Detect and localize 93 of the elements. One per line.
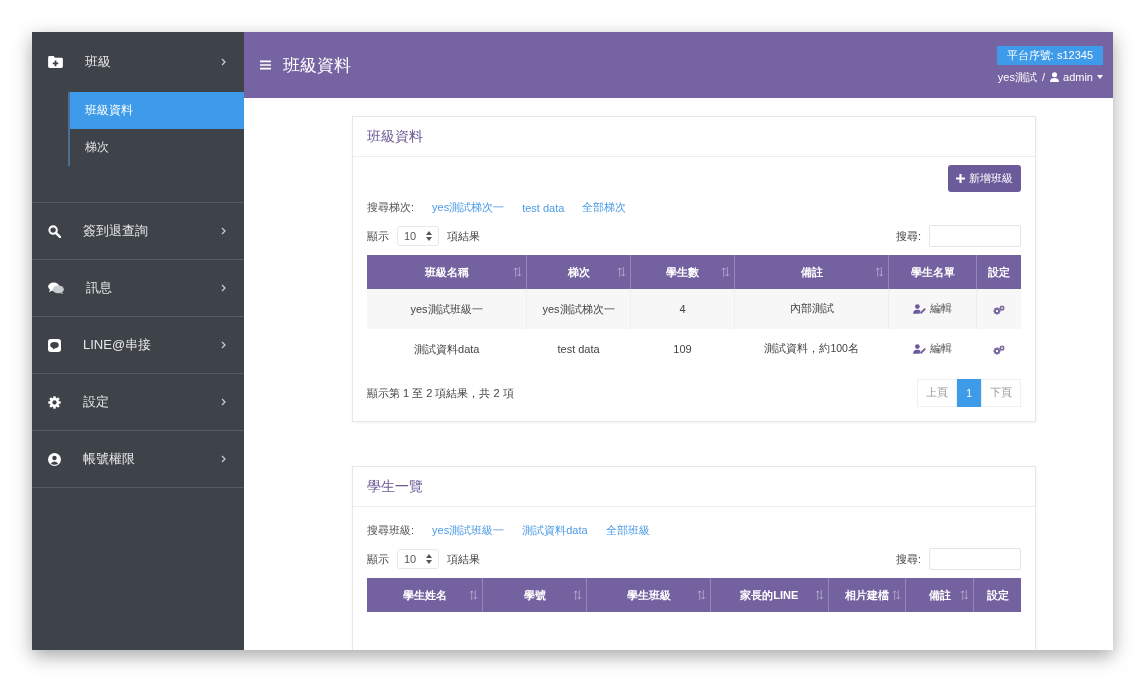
user-circle-icon xyxy=(48,452,61,466)
page-length-select[interactable]: 10 xyxy=(397,549,440,569)
table-cell: yes測試班級一 xyxy=(367,289,527,329)
table-cell: 109 xyxy=(630,329,735,369)
sort-icon xyxy=(513,267,523,277)
column-header[interactable]: 相片建檔 xyxy=(828,578,906,612)
edit-link[interactable]: 編輯 xyxy=(913,302,953,316)
chevron-icon xyxy=(221,284,226,292)
column-header: 學生名單 xyxy=(888,255,977,289)
submenu-item[interactable]: 班級資料 xyxy=(70,92,244,129)
filter-link[interactable]: test data xyxy=(522,201,565,214)
column-header[interactable]: 梯次 xyxy=(526,255,631,289)
pagination-button[interactable]: 上頁 xyxy=(917,379,958,407)
filter-link[interactable]: yes測試班級一 xyxy=(432,523,505,538)
table-cell: 內部測試 xyxy=(734,289,889,329)
menu-icon[interactable] xyxy=(260,60,271,70)
settings-icon xyxy=(48,395,61,409)
chat-square-icon xyxy=(48,338,61,352)
sidebar-item[interactable]: 簽到退查詢 xyxy=(32,203,244,259)
sort-icon xyxy=(617,267,627,277)
column-header: 設定 xyxy=(976,255,1021,289)
search-field[interactable] xyxy=(929,548,1021,570)
chat-bubbles-icon xyxy=(48,282,64,294)
sort-icon xyxy=(892,590,902,600)
sidebar-item[interactable]: 訊息 xyxy=(32,260,244,316)
user-edit-icon xyxy=(913,344,927,354)
sort-icon xyxy=(469,590,479,600)
search-field[interactable] xyxy=(929,225,1021,247)
filter-label: 搜尋梯次: xyxy=(367,200,415,215)
gears-icon[interactable] xyxy=(993,305,1005,316)
sort-icon xyxy=(875,267,885,277)
user-edit-icon xyxy=(913,304,927,314)
add-class-button[interactable]: 新增班級 xyxy=(948,165,1021,192)
submenu-item[interactable]: 梯次 xyxy=(70,129,244,166)
filter-link[interactable]: 全部梯次 xyxy=(582,200,627,215)
user-menu[interactable]: admin xyxy=(1050,71,1103,83)
caret-icon xyxy=(1097,75,1103,79)
updown-caret-icon xyxy=(426,231,433,241)
column-header[interactable]: 學生姓名 xyxy=(367,578,483,612)
column-header[interactable]: 學生班級 xyxy=(586,578,711,612)
table-cell: yes測試梯次一 xyxy=(526,289,631,329)
site-name: yes測試 xyxy=(997,69,1037,85)
table-cell: 測試資料data xyxy=(367,329,527,369)
column-header[interactable]: 班級名稱 xyxy=(367,255,527,289)
column-header[interactable]: 備註 xyxy=(734,255,889,289)
column-header[interactable]: 學生數 xyxy=(630,255,735,289)
slash-separator: / xyxy=(1041,71,1046,83)
sort-icon xyxy=(721,267,731,277)
filter-link[interactable]: yes測試梯次一 xyxy=(432,200,505,215)
card-title: 班級資料 xyxy=(353,117,1035,157)
show-label: 顯示 xyxy=(367,228,389,244)
column-header[interactable]: 備註 xyxy=(905,578,974,612)
sort-icon xyxy=(696,590,706,600)
show-label: 顯示 xyxy=(367,551,389,567)
search-label: 搜尋: xyxy=(895,551,921,567)
sort-icon xyxy=(814,590,824,600)
sidebar-item[interactable]: LINE@串接 xyxy=(32,317,244,373)
updown-caret-icon xyxy=(426,554,433,564)
plus-icon xyxy=(956,174,965,183)
search-icon xyxy=(48,224,61,238)
table-cell: test data xyxy=(526,329,631,369)
page-length-select[interactable]: 10 xyxy=(397,226,440,246)
page-title: 班級資料 xyxy=(283,54,351,77)
user-icon xyxy=(1050,72,1060,82)
chevron-icon xyxy=(221,58,226,66)
table-cell: 4 xyxy=(630,289,735,329)
table-cell: 測試資料，約100名 xyxy=(734,329,889,369)
column-header[interactable]: 學號 xyxy=(482,578,587,612)
folder-plus-icon xyxy=(48,56,63,68)
filter-link[interactable]: 測試資料data xyxy=(522,523,588,538)
pagination-button[interactable]: 下頁 xyxy=(981,379,1021,407)
column-header: 設定 xyxy=(973,578,1021,612)
chevron-icon xyxy=(221,227,226,235)
filter-label: 搜尋班級: xyxy=(367,523,415,538)
sidebar-item[interactable]: 設定 xyxy=(32,374,244,430)
chevron-icon xyxy=(221,455,226,463)
results-label: 項結果 xyxy=(447,551,481,567)
serial-badge: 平台序號: s12345 xyxy=(996,45,1103,65)
chevron-icon xyxy=(221,398,226,406)
filter-link[interactable]: 全部班級 xyxy=(605,523,650,538)
chevron-icon xyxy=(221,341,226,349)
gears-icon[interactable] xyxy=(992,345,1005,356)
sort-icon xyxy=(960,590,970,600)
results-label: 項結果 xyxy=(447,228,481,244)
search-label: 搜尋: xyxy=(895,228,921,244)
column-header[interactable]: 家長的LINE xyxy=(710,578,829,612)
card-title: 學生一覽 xyxy=(353,467,1035,507)
sidebar-item[interactable]: 班級 xyxy=(32,32,244,92)
edit-link[interactable]: 編輯 xyxy=(913,342,953,356)
pagination-button[interactable]: 1 xyxy=(957,379,981,407)
sort-icon xyxy=(573,590,583,600)
sidebar-item[interactable]: 帳號權限 xyxy=(32,431,244,487)
table-info-text: 顯示第 1 至 2 項結果，共 2 項 xyxy=(367,385,514,401)
